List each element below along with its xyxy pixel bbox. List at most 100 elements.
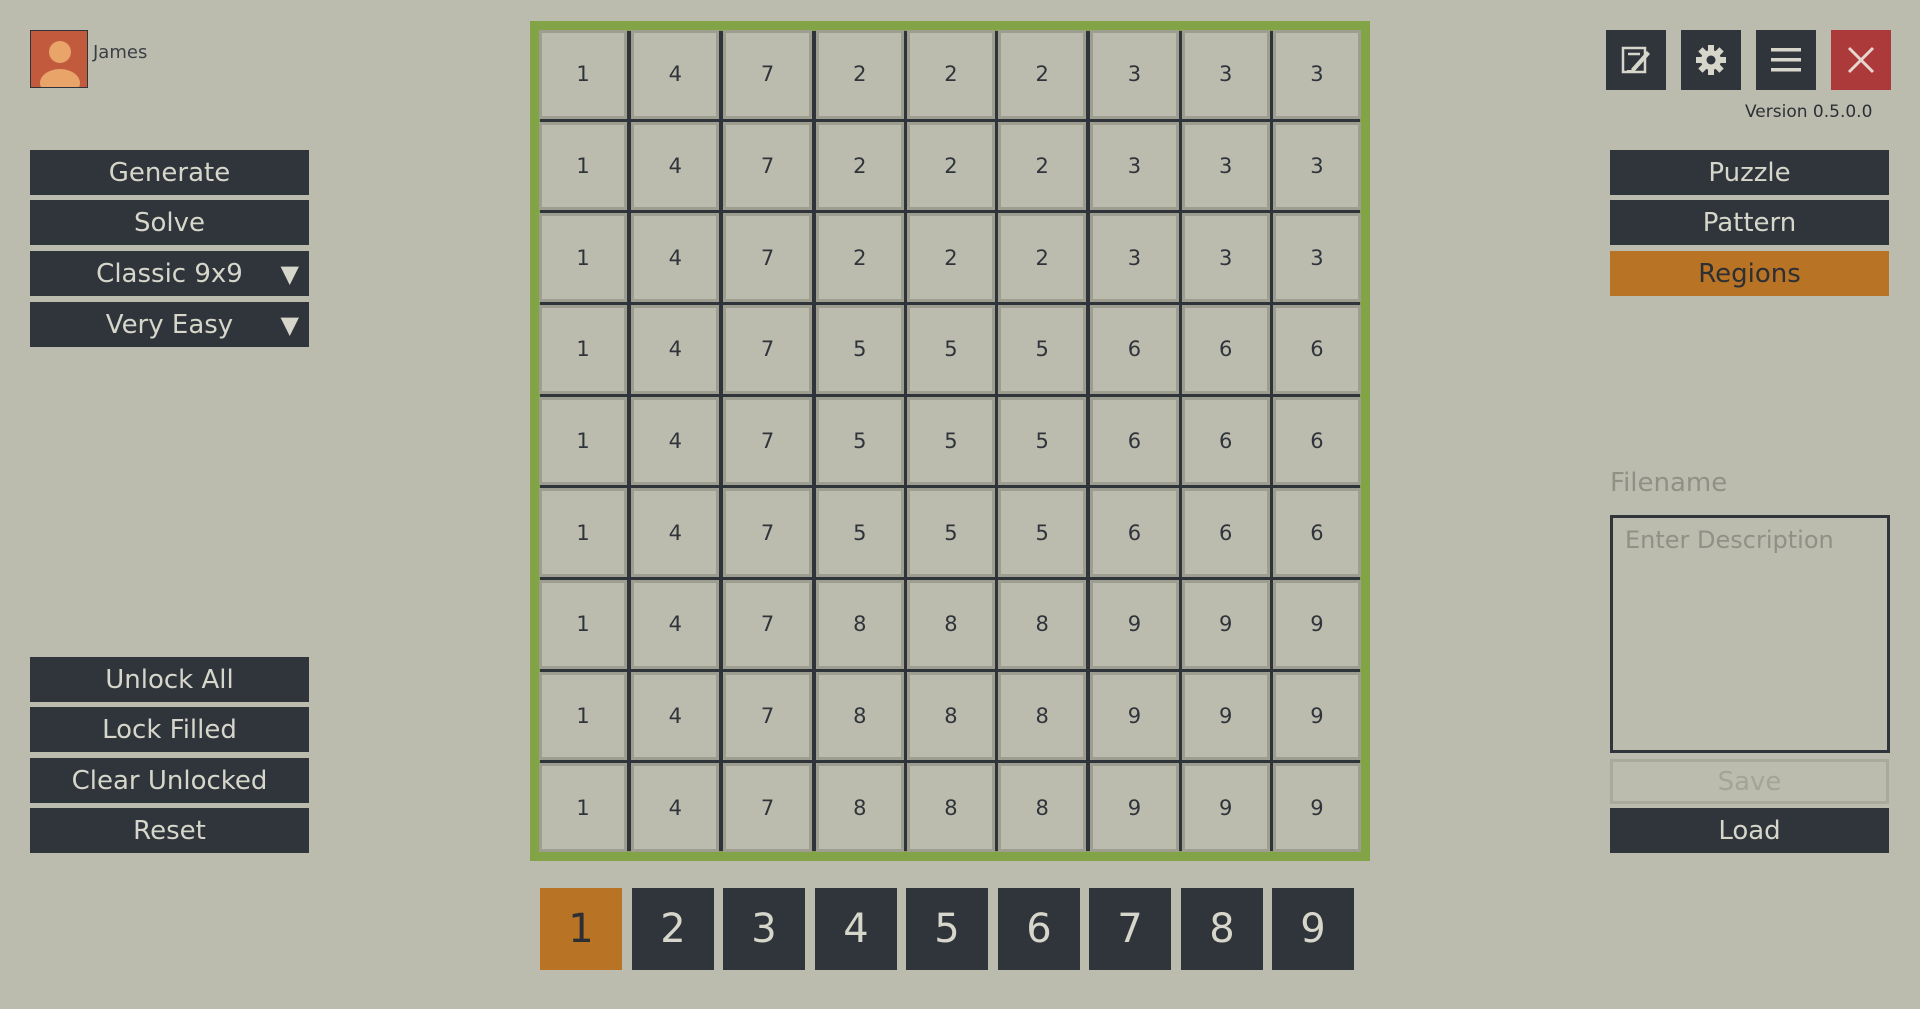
description-input[interactable] [1610,515,1890,753]
board-cell[interactable]: 1 [538,305,628,394]
number-button-9[interactable]: 9 [1272,888,1354,970]
board-cell[interactable]: 7 [723,580,812,669]
number-button-1[interactable]: 1 [540,888,622,970]
number-button-4[interactable]: 4 [815,888,897,970]
board-cell[interactable]: 9 [1090,580,1179,669]
board-cell[interactable]: 4 [631,763,720,852]
board-cell[interactable]: 3 [1090,30,1179,119]
close-button[interactable] [1831,30,1891,90]
board-cell[interactable]: 9 [1272,671,1361,761]
board-cell[interactable]: 1 [538,396,628,486]
board-cell[interactable]: 4 [631,30,720,119]
board-cell[interactable]: 8 [906,580,996,669]
number-button-5[interactable]: 5 [906,888,988,970]
number-button-7[interactable]: 7 [1089,888,1171,970]
board-cell[interactable]: 9 [1181,763,1270,852]
board-cell[interactable]: 2 [998,121,1087,211]
lock-filled-button[interactable]: Lock Filled [30,707,309,752]
board-cell[interactable]: 4 [631,396,720,486]
board-cell[interactable]: 8 [815,580,904,669]
board-cell[interactable]: 9 [1272,763,1361,852]
board-cell[interactable]: 1 [538,213,628,302]
board-cell[interactable]: 3 [1181,30,1270,119]
board-cell[interactable]: 9 [1181,671,1270,761]
board-cell[interactable]: 4 [631,488,720,577]
board-cell[interactable]: 6 [1272,488,1361,577]
board-cell[interactable]: 8 [815,763,904,852]
board-cell[interactable]: 4 [631,121,720,211]
board-cell[interactable]: 8 [906,763,996,852]
menu-button[interactable] [1756,30,1816,90]
board-cell[interactable]: 3 [1272,30,1361,119]
board-cell[interactable]: 4 [631,213,720,302]
board-cell[interactable]: 3 [1090,121,1179,211]
board-cell[interactable]: 2 [815,121,904,211]
board-cell[interactable]: 5 [906,488,996,577]
pattern-mode-button[interactable]: Pattern [1610,200,1889,245]
board-cell[interactable]: 8 [906,671,996,761]
difficulty-dropdown[interactable]: Very Easy ▼ [30,302,309,347]
regions-mode-button[interactable]: Regions [1610,251,1889,296]
board-cell[interactable]: 3 [1272,213,1361,302]
board-cell[interactable]: 2 [998,213,1087,302]
board-cell[interactable]: 7 [723,305,812,394]
board-cell[interactable]: 5 [998,305,1087,394]
board-cell[interactable]: 7 [723,121,812,211]
board-cell[interactable]: 9 [1090,671,1179,761]
board-cell[interactable]: 5 [998,396,1087,486]
board-cell[interactable]: 2 [906,30,996,119]
save-button[interactable]: Save [1610,759,1889,804]
board-cell[interactable]: 2 [906,213,996,302]
board-cell[interactable]: 5 [815,305,904,394]
board-cell[interactable]: 2 [998,30,1087,119]
grid-type-dropdown[interactable]: Classic 9x9 ▼ [30,251,309,296]
board-cell[interactable]: 6 [1090,488,1179,577]
board-cell[interactable]: 7 [723,671,812,761]
board-cell[interactable]: 2 [906,121,996,211]
board-cell[interactable]: 5 [906,396,996,486]
board-cell[interactable]: 3 [1181,121,1270,211]
board-cell[interactable]: 6 [1090,396,1179,486]
load-button[interactable]: Load [1610,808,1889,853]
unlock-all-button[interactable]: Unlock All [30,657,309,702]
board-cell[interactable]: 7 [723,30,812,119]
board-cell[interactable]: 7 [723,763,812,852]
board-cell[interactable]: 5 [815,396,904,486]
board-cell[interactable]: 9 [1272,580,1361,669]
board-cell[interactable]: 7 [723,488,812,577]
board-cell[interactable]: 1 [538,488,628,577]
board-cell[interactable]: 6 [1181,488,1270,577]
number-button-8[interactable]: 8 [1181,888,1263,970]
board-cell[interactable]: 3 [1181,213,1270,302]
board-cell[interactable]: 6 [1181,305,1270,394]
board-cell[interactable]: 1 [538,671,628,761]
reset-button[interactable]: Reset [30,808,309,853]
board-cell[interactable]: 2 [815,30,904,119]
settings-button[interactable] [1681,30,1741,90]
solve-button[interactable]: Solve [30,200,309,245]
board-cell[interactable]: 9 [1181,580,1270,669]
board-cell[interactable]: 4 [631,580,720,669]
board-cell[interactable]: 9 [1090,763,1179,852]
board-cell[interactable]: 3 [1272,121,1361,211]
number-button-3[interactable]: 3 [723,888,805,970]
board-cell[interactable]: 1 [538,121,628,211]
board-cell[interactable]: 6 [1272,305,1361,394]
board-cell[interactable]: 8 [998,671,1087,761]
board-cell[interactable]: 6 [1090,305,1179,394]
board-cell[interactable]: 7 [723,213,812,302]
board-cell[interactable]: 1 [538,763,628,852]
edit-button[interactable] [1606,30,1666,90]
board-cell[interactable]: 6 [1181,396,1270,486]
user-avatar[interactable] [30,30,88,88]
board-cell[interactable]: 7 [723,396,812,486]
generate-button[interactable]: Generate [30,150,309,195]
clear-unlocked-button[interactable]: Clear Unlocked [30,758,309,803]
board-cell[interactable]: 1 [538,30,628,119]
board-cell[interactable]: 4 [631,671,720,761]
board-cell[interactable]: 2 [815,213,904,302]
board-cell[interactable]: 8 [815,671,904,761]
board-cell[interactable]: 8 [998,763,1087,852]
number-button-6[interactable]: 6 [998,888,1080,970]
puzzle-mode-button[interactable]: Puzzle [1610,150,1889,195]
